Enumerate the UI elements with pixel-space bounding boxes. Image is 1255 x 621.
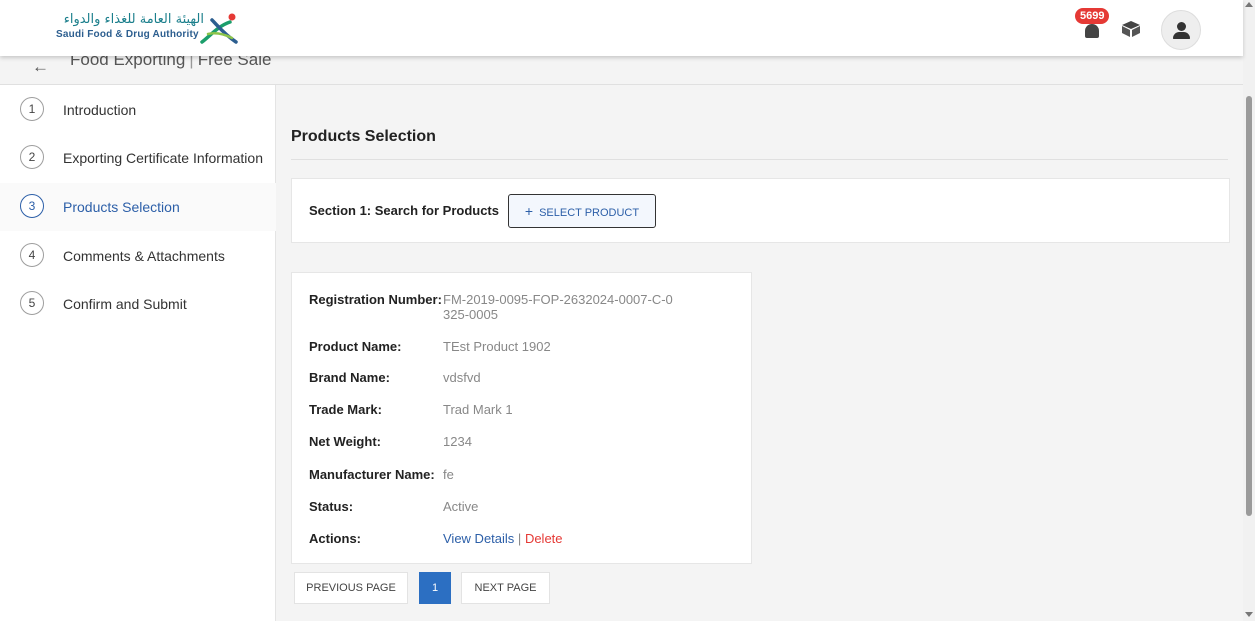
step-products-selection[interactable]: 3 Products Selection [0, 183, 276, 231]
next-page-button[interactable]: NEXT PAGE [461, 572, 550, 604]
logo-english-text: Saudi Food & Drug Authority [56, 29, 199, 40]
notifications-button[interactable]: 5699 [1075, 8, 1110, 42]
search-products-card: Section 1: Search for Products + SELECT P… [291, 178, 1230, 243]
step-label: Exporting Certificate Information [63, 150, 263, 166]
step-introduction[interactable]: 1 Introduction [0, 85, 276, 133]
sfda-logo[interactable]: الهيئة العامة للغذاء والدواء Saudi Food … [50, 12, 250, 46]
step-number: 2 [20, 145, 44, 169]
actions-label: Actions: [309, 531, 361, 546]
notification-badge: 5699 [1075, 8, 1110, 24]
brand-name-label: Brand Name: [309, 370, 390, 385]
previous-page-button[interactable]: PREVIOUS PAGE [294, 572, 408, 604]
delete-link[interactable]: Delete [525, 531, 563, 546]
step-number: 5 [20, 291, 44, 315]
registration-value: FM-2019-0095-FOP-2632024-0007-C-0325-000… [443, 292, 673, 322]
step-label: Introduction [63, 102, 137, 118]
manufacturer-value: fe [443, 467, 454, 482]
title-divider [291, 159, 1228, 160]
page-1-button[interactable]: 1 [419, 572, 451, 604]
net-weight-value: 1234 [443, 434, 472, 449]
step-number: 3 [20, 194, 44, 218]
step-label: Comments & Attachments [63, 248, 225, 264]
product-name-value: TEst Product 1902 [443, 339, 551, 354]
product-name-label: Product Name: [309, 339, 402, 354]
step-exporting-certificate-information[interactable]: 2 Exporting Certificate Information [0, 133, 276, 181]
back-arrow-icon[interactable]: ← [32, 57, 49, 77]
stepper-sidebar: 1 Introduction 2 Exporting Certificate I… [0, 85, 276, 621]
top-header: الهيئة العامة للغذاء والدواء Saudi Food … [0, 0, 1243, 56]
package-icon[interactable] [1121, 20, 1141, 38]
plus-icon: + [524, 203, 534, 219]
main-content: Products Selection Section 1: Search for… [276, 85, 1243, 621]
step-label: Confirm and Submit [63, 296, 187, 312]
page-scrollbar[interactable] [1243, 0, 1255, 621]
section-label: Section 1: Search for Products [309, 203, 499, 218]
scroll-down-icon[interactable] [1245, 612, 1253, 617]
trade-mark-label: Trade Mark: [309, 402, 382, 417]
step-label: Products Selection [63, 199, 180, 215]
scroll-up-icon[interactable] [1245, 2, 1253, 7]
user-avatar-button[interactable] [1161, 10, 1201, 50]
logo-mark-icon [200, 13, 238, 44]
user-icon-body [1173, 32, 1190, 39]
user-icon [1177, 22, 1186, 31]
select-product-label: SELECT PRODUCT [539, 207, 640, 219]
registration-label: Registration Number: [309, 292, 442, 307]
product-card: Registration Number: FM-2019-0095-FOP-26… [291, 272, 752, 564]
status-label: Status: [309, 499, 354, 514]
brand-name-value: vdsfvd [443, 370, 481, 385]
status-value: Active [443, 499, 479, 514]
view-details-link[interactable]: View Details [443, 531, 514, 546]
actions-value: View Details | Delete [443, 531, 683, 546]
scrollbar-thumb[interactable] [1246, 96, 1252, 516]
breadcrumb: ← Food Exporting | Free Sale [0, 50, 1243, 85]
page: الهيئة العامة للغذاء والدواء Saudi Food … [0, 0, 1255, 621]
page-title: Products Selection [291, 128, 436, 145]
logo-arabic-text: الهيئة العامة للغذاء والدواء [63, 12, 204, 27]
actions-separator: | [517, 531, 522, 546]
step-comments-attachments[interactable]: 4 Comments & Attachments [0, 231, 276, 279]
select-product-button[interactable]: + SELECT PRODUCT [508, 194, 656, 228]
bell-icon [1085, 24, 1099, 38]
step-number: 1 [20, 97, 44, 121]
trade-mark-value: Trad Mark 1 [443, 402, 513, 417]
step-confirm-and-submit[interactable]: 5 Confirm and Submit [0, 279, 276, 327]
step-number: 4 [20, 243, 44, 267]
manufacturer-label: Manufacturer Name: [309, 467, 435, 482]
net-weight-label: Net Weight: [309, 434, 381, 449]
